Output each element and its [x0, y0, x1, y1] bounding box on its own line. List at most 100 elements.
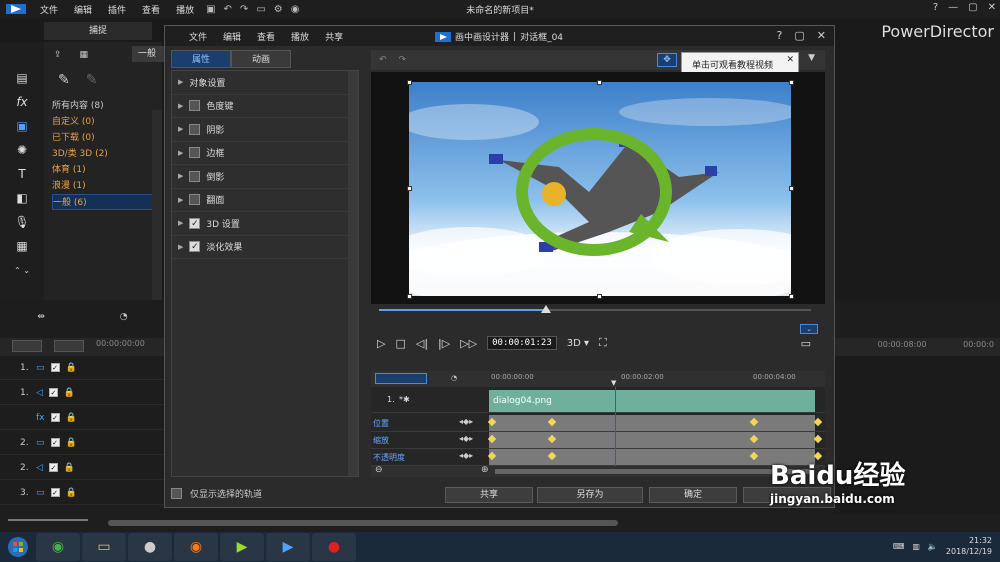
lock-icon[interactable]: 🔒	[64, 388, 75, 398]
split-icon[interactable]: ⇹	[37, 312, 45, 322]
kf-zoom-out-icon[interactable]: ⊖	[375, 465, 383, 475]
timeline-mode-button[interactable]	[12, 340, 42, 352]
lock-icon[interactable]: 🔒	[64, 463, 75, 473]
properties-scrollbar[interactable]	[348, 71, 358, 476]
dlg-help-icon[interactable]: ?	[777, 29, 783, 42]
expand-arrow-icon[interactable]: ▶	[178, 243, 183, 251]
property-row[interactable]: ▶ 倒影	[172, 165, 358, 189]
3d-mode-button[interactable]: 3D ▾	[567, 338, 589, 349]
preview-canvas[interactable]	[371, 72, 825, 304]
timeline-scrollbar[interactable]	[0, 514, 1000, 532]
video-editor-icon[interactable]: ▶	[220, 533, 264, 561]
timecode[interactable]: 00:00:01:23	[487, 336, 557, 350]
kf-nav-icons[interactable]: ◂◆▸	[459, 434, 473, 443]
dlg-close-icon[interactable]: ✕	[817, 29, 826, 42]
property-row[interactable]: ▶ 边框	[172, 142, 358, 165]
property-row[interactable]: ▶ 翻面	[172, 189, 358, 212]
menu-plugin[interactable]: 插件	[100, 3, 134, 16]
pip-room-icon[interactable]: ▣	[0, 114, 44, 138]
next-frame-icon[interactable]: |▷	[438, 337, 450, 350]
dlg-redo-icon[interactable]: ↷	[399, 55, 407, 65]
category-item[interactable]: 一般 (6)	[52, 194, 154, 210]
add-pip-icon[interactable]: ✎	[58, 72, 70, 88]
kf-nav-icons[interactable]: ◂◆▸	[459, 451, 473, 460]
clock[interactable]: 21:32 2018/12/19	[946, 535, 992, 557]
tooltip-close-icon[interactable]: ✕	[786, 47, 794, 73]
transition-icon[interactable]: ◧	[0, 186, 44, 210]
grid-icon[interactable]: ▦	[80, 50, 89, 60]
particle-icon[interactable]: ✺	[0, 138, 44, 162]
timeline-track[interactable]: 1. ◁ ✓ 🔒	[0, 381, 165, 405]
keyframe-diamond[interactable]	[547, 434, 557, 444]
category-item[interactable]: 体育 (1)	[52, 162, 154, 178]
expand-arrow-icon[interactable]: ▶	[178, 102, 183, 110]
property-checkbox[interactable]	[189, 147, 201, 159]
fast-forward-icon[interactable]: ▷▷	[460, 337, 477, 350]
kf-zoom-icon[interactable]: ◔	[451, 374, 457, 382]
prev-frame-icon[interactable]: ◁|	[416, 337, 428, 350]
menu-edit[interactable]: 编辑	[66, 3, 100, 16]
play-icon[interactable]: ▷	[377, 337, 385, 350]
kf-zoom-in-icon[interactable]: ⊕	[481, 465, 489, 475]
property-checkbox[interactable]	[189, 100, 201, 112]
track-checkbox[interactable]: ✓	[50, 413, 60, 422]
collapse-icons[interactable]: ⌃ ⌄	[0, 258, 44, 282]
expand-arrow-icon[interactable]: ▶	[178, 149, 183, 157]
expand-arrow-icon[interactable]: ▶	[178, 196, 183, 204]
property-checkbox[interactable]	[189, 123, 201, 135]
keyframe-diamond[interactable]	[487, 434, 497, 444]
panel-scrollbar[interactable]	[152, 110, 162, 300]
property-row[interactable]: ▶ ✓ 3D 设置	[172, 212, 358, 236]
kf-scrollbar[interactable]: ⊖ ⊕	[371, 465, 825, 477]
stop-icon[interactable]: □	[395, 337, 405, 350]
lock-icon[interactable]: 🔒	[66, 363, 77, 373]
browser-icon[interactable]: ◉	[36, 533, 80, 561]
category-item[interactable]: 已下载 (0)	[52, 130, 154, 146]
category-item[interactable]: 浪漫 (1)	[52, 178, 154, 194]
property-checkbox[interactable]: ✓	[189, 241, 201, 253]
timeline-track[interactable]: fx ✓ 🔒	[0, 406, 165, 430]
gear-icon[interactable]: ⚙	[274, 4, 283, 15]
keyframe-diamond[interactable]	[487, 417, 497, 427]
import-icon[interactable]: ⇪	[54, 50, 62, 60]
remove-pip-icon[interactable]: ✎	[86, 72, 98, 88]
keyframe-diamond[interactable]	[547, 417, 557, 427]
kf-lane[interactable]	[487, 432, 823, 448]
keyframe-diamond[interactable]	[547, 451, 557, 461]
property-checkbox[interactable]	[189, 194, 201, 206]
resize-handle[interactable]	[597, 294, 602, 299]
help-icon[interactable]: ?	[933, 2, 938, 13]
keyframe-diamond[interactable]	[749, 451, 759, 461]
explorer-icon[interactable]: ▭	[82, 533, 126, 561]
resize-handle[interactable]	[789, 294, 794, 299]
keyframe-diamond[interactable]	[813, 417, 823, 427]
category-item[interactable]: 自定义 (0)	[52, 114, 154, 130]
expand-arrow-icon[interactable]: ▶	[178, 172, 183, 180]
monitor-icon[interactable]: ▭	[801, 337, 811, 350]
lock-icon[interactable]: 🔒	[66, 438, 77, 448]
tab-animation[interactable]: 动画	[231, 50, 291, 68]
move-tool-icon[interactable]: ✥	[657, 53, 677, 67]
resize-handle[interactable]	[407, 186, 412, 191]
only-selected-track[interactable]: 仅显示选择的轨道	[171, 487, 262, 500]
save-icon[interactable]: ▣	[206, 4, 215, 15]
track-checkbox[interactable]: ✓	[50, 363, 60, 372]
speed-icon[interactable]: ◔	[120, 312, 128, 322]
kf-nav-icons[interactable]: ◂◆▸	[459, 417, 473, 426]
kf-lane[interactable]	[487, 449, 823, 465]
dlg-maximize-icon[interactable]: ▢	[794, 29, 804, 42]
subtitle-icon[interactable]: ▦	[0, 234, 44, 258]
dlg-undo-icon[interactable]: ↶	[379, 55, 387, 65]
property-checkbox[interactable]: ✓	[189, 217, 201, 229]
expand-arrow-icon[interactable]: ▶	[178, 78, 183, 86]
keyframe-diamond[interactable]	[749, 434, 759, 444]
title-icon[interactable]: T	[0, 162, 44, 186]
track-checkbox[interactable]: ✓	[50, 488, 60, 497]
property-checkbox[interactable]	[189, 170, 201, 182]
dlg-menu-file[interactable]: 文件	[181, 30, 215, 43]
share-button[interactable]: 共享	[445, 487, 533, 503]
keyframe-diamond[interactable]	[749, 417, 759, 427]
keyframe-diamond[interactable]	[813, 434, 823, 444]
kf-lane[interactable]	[487, 415, 823, 431]
network-icon[interactable]: ▥	[912, 542, 920, 551]
